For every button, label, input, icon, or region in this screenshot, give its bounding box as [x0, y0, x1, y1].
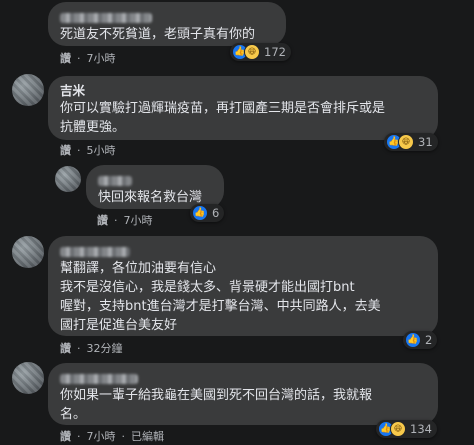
avatar[interactable] — [12, 362, 44, 394]
comment-meta: 讚 · 7小時 · 已編輯 — [60, 430, 170, 444]
reaction-count: 172 — [264, 45, 286, 59]
comment-bubble: 吉米 你可以實驗打過輝瑞疫苗，再打國產三期是否會排斥或是 抗體更強。 — [48, 76, 438, 140]
comment-bubble: 你如果一輩子給我龜在美國到死不回台灣的話，我就報 名。 — [48, 363, 438, 425]
reaction-count: 2 — [425, 333, 433, 347]
comment-bubble: 快回來報名救台灣 — [86, 165, 224, 209]
separator: · — [77, 144, 81, 157]
comment-meta: 讚 · 7小時 — [97, 214, 159, 228]
avatar[interactable] — [12, 74, 44, 106]
separator: · — [77, 430, 81, 443]
comment-meta: 讚 · 32分鐘 — [60, 342, 129, 356]
comment: 死道友不死貧道，老頭子真有你的 👍 😆 172 讚 · 7小時 — [0, 0, 474, 70]
separator: · — [121, 430, 126, 443]
avatar[interactable] — [12, 236, 44, 268]
haha-reaction-icon: 😆 — [244, 44, 260, 60]
reaction-count: 134 — [410, 422, 432, 436]
like-link[interactable]: 讚 — [60, 430, 71, 443]
comment-text: 你如果一輩子給我龜在美國到死不回台灣的話，我就報 名。 — [60, 388, 373, 422]
edited-label[interactable]: 已編輯 — [131, 430, 164, 443]
redacted-name — [60, 12, 152, 23]
redacted-name — [60, 373, 138, 384]
comment-bubble: 幫翻譯，各位加油要有信心 我不是沒信心，我是錢太多、背景硬才能出國打bnt 喔對… — [48, 236, 438, 336]
reaction-summary[interactable]: 👍 6 — [190, 204, 225, 222]
comment: 你如果一輩子給我龜在美國到死不回台灣的話，我就報 名。 👍 😆 134 讚 · 7小… — [0, 358, 474, 445]
timestamp[interactable]: 7小時 — [87, 430, 116, 443]
timestamp[interactable]: 32分鐘 — [87, 342, 123, 355]
comment: 吉米 你可以實驗打過輝瑞疫苗，再打國產三期是否會排斥或是 抗體更強。 👍 😆 3… — [0, 70, 474, 162]
avatar[interactable] — [55, 166, 81, 192]
reply-comment: 快回來報名救台灣 👍 6 讚 · 7小時 — [0, 162, 474, 232]
reaction-summary[interactable]: 👍 😆 31 — [384, 133, 438, 151]
comment-meta: 讚 · 5小時 — [60, 144, 122, 158]
like-link[interactable]: 讚 — [60, 52, 71, 65]
reaction-summary[interactable]: 👍 😆 172 — [230, 43, 291, 61]
like-link[interactable]: 讚 — [97, 214, 108, 227]
reaction-summary[interactable]: 👍 😆 134 — [376, 420, 437, 438]
separator: · — [114, 214, 118, 227]
comment-meta: 讚 · 7小時 — [60, 52, 122, 66]
reaction-count: 6 — [212, 206, 220, 220]
commenter-name[interactable] — [98, 172, 212, 188]
comment-text: 死道友不死貧道，老頭子真有你的 — [60, 27, 256, 42]
reaction-summary[interactable]: 👍 2 — [403, 331, 438, 349]
comment: 幫翻譯，各位加油要有信心 我不是沒信心，我是錢太多、背景硬才能出國打bnt 喔對… — [0, 232, 474, 358]
commenter-name[interactable]: 吉米 — [60, 83, 426, 99]
timestamp[interactable]: 7小時 — [124, 214, 153, 227]
separator: · — [77, 342, 81, 355]
commenter-name[interactable] — [60, 9, 274, 25]
comment-text: 你可以實驗打過輝瑞疫苗，再打國產三期是否會排斥或是 抗體更強。 — [60, 101, 386, 135]
like-link[interactable]: 讚 — [60, 342, 71, 355]
timestamp[interactable]: 7小時 — [87, 52, 116, 65]
haha-reaction-icon: 😆 — [398, 134, 414, 150]
like-reaction-icon: 👍 — [192, 205, 208, 221]
reaction-count: 31 — [418, 135, 433, 149]
redacted-name — [98, 175, 132, 186]
redacted-name — [60, 246, 130, 257]
timestamp[interactable]: 5小時 — [87, 144, 116, 157]
separator: · — [77, 52, 81, 65]
like-link[interactable]: 讚 — [60, 144, 71, 157]
comment-text: 幫翻譯，各位加油要有信心 我不是沒信心，我是錢太多、背景硬才能出國打bnt 喔對… — [60, 261, 381, 333]
commenter-name[interactable] — [60, 243, 426, 259]
like-reaction-icon: 👍 — [405, 332, 421, 348]
commenter-name[interactable] — [60, 370, 426, 386]
comment-bubble: 死道友不死貧道，老頭子真有你的 — [48, 2, 286, 46]
haha-reaction-icon: 😆 — [390, 421, 406, 437]
